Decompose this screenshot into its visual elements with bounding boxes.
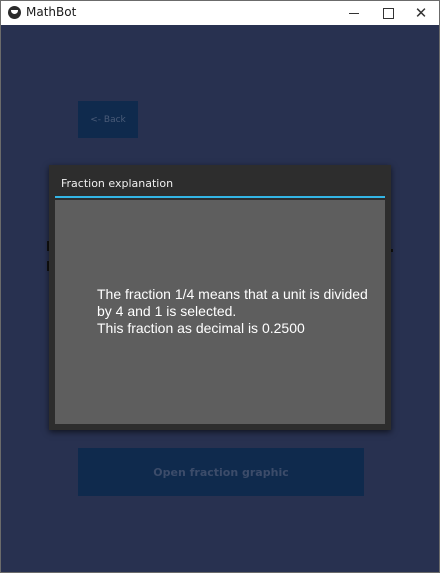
window-title: MathBot	[26, 5, 77, 19]
back-button[interactable]: <- Back	[78, 101, 138, 138]
minimize-icon	[349, 12, 359, 14]
popup-title-separator	[55, 196, 385, 198]
maximize-icon	[382, 7, 394, 19]
open-fraction-graphic-button[interactable]: Open fraction graphic	[78, 448, 364, 496]
popup-body[interactable]: The fraction 1/4 means that a unit is di…	[55, 200, 385, 424]
close-button[interactable]: ✕	[402, 1, 440, 25]
fraction-explanation-popup: Fraction explanation The fraction 1/4 me…	[49, 165, 391, 430]
close-icon: ✕	[414, 3, 428, 22]
minimize-button[interactable]	[335, 1, 373, 25]
fraction-explanation-text: The fraction 1/4 means that a unit is di…	[97, 286, 368, 336]
main-content: <- Back Open fraction graphic Fraction e…	[1, 25, 439, 572]
app-window: MathBot ✕ <- Back Open fraction graphic …	[0, 0, 440, 573]
app-logo-icon	[8, 6, 21, 19]
title-bar[interactable]: MathBot ✕	[1, 1, 439, 25]
popup-title: Fraction explanation	[61, 177, 174, 190]
